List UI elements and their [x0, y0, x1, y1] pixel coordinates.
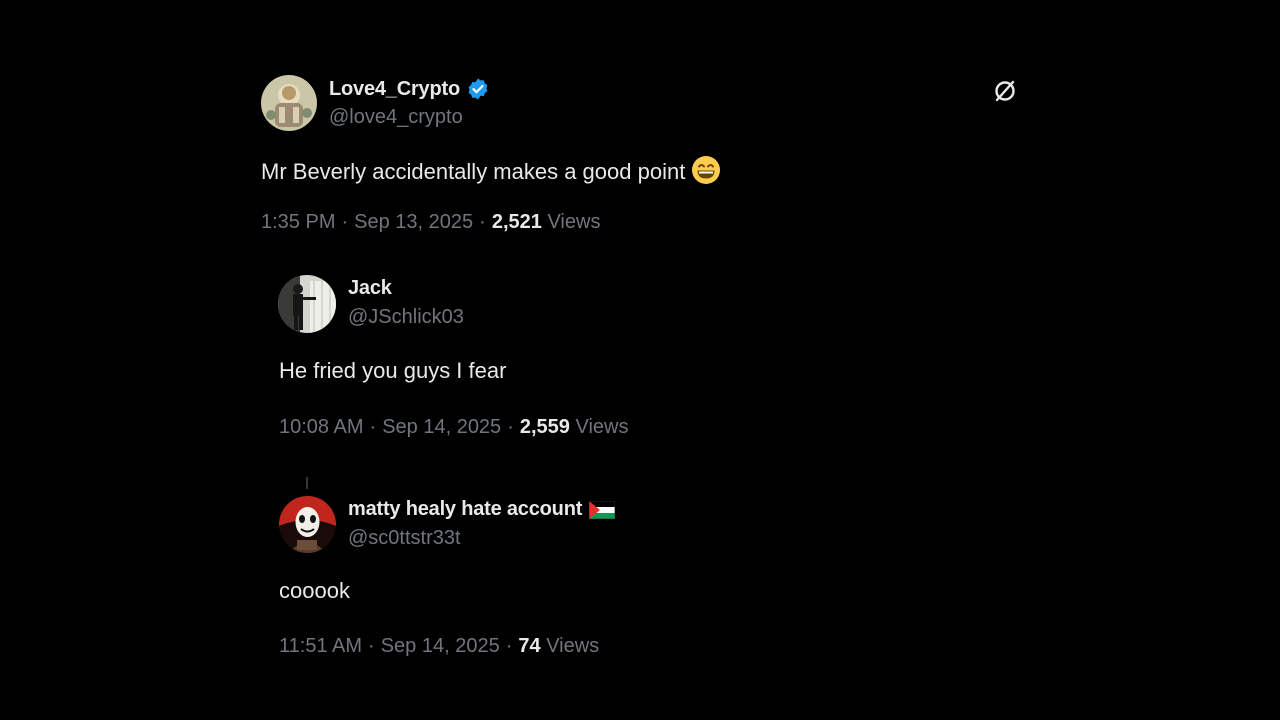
separator: ·	[507, 416, 514, 438]
handle[interactable]: @JSchlick03	[348, 306, 464, 329]
no-signal-icon[interactable]	[992, 78, 1018, 104]
timestamp-date[interactable]: Sep 14, 2025	[381, 635, 500, 657]
handle[interactable]: @sc0ttstr33t	[348, 527, 461, 550]
handle[interactable]: @love4_crypto	[329, 106, 463, 129]
separator: ·	[341, 211, 349, 233]
verified-badge-icon	[466, 77, 490, 101]
display-name[interactable]: Love4_Crypto	[329, 78, 460, 101]
timestamp-time[interactable]: 1:35 PM	[261, 211, 335, 233]
views-count: 2,521	[491, 211, 542, 233]
tweet-text-content: Mr Beverly accidentally makes a good poi…	[261, 159, 686, 184]
views-label: Views	[546, 635, 600, 657]
separator: ·	[505, 635, 513, 657]
tweet-text: Mr Beverly accidentally makes a good poi…	[261, 155, 721, 191]
timestamp-time[interactable]: 10:08 AM	[279, 416, 364, 438]
tweet-meta: 11:51 AM · Sep 14, 2025 · 74 Views	[279, 635, 599, 658]
display-name[interactable]: matty healy hate account	[348, 498, 582, 521]
views-count: 2,559	[519, 416, 570, 438]
palestine-flag-icon	[589, 500, 616, 519]
timestamp-time[interactable]: 11:51 AM	[279, 635, 362, 657]
separator: ·	[368, 635, 375, 657]
avatar[interactable]	[279, 496, 336, 553]
tweet-text: He fried you guys I fear	[279, 358, 507, 383]
timestamp-date[interactable]: Sep 13, 2025	[354, 211, 473, 233]
views-label: Views	[547, 211, 601, 233]
separator: ·	[479, 211, 486, 233]
thread-connector-line	[306, 477, 308, 489]
tweet-text: cooook	[279, 578, 350, 603]
display-name[interactable]: Jack	[348, 277, 392, 300]
tweet-meta: 1:35 PM · Sep 13, 2025 · 2,521 Views	[261, 211, 600, 234]
timestamp-date[interactable]: Sep 14, 2025	[382, 416, 501, 438]
tweet-meta: 10:08 AM · Sep 14, 2025 · 2,559 Views	[279, 416, 628, 439]
avatar[interactable]	[261, 75, 317, 131]
views-count: 74	[518, 635, 541, 657]
separator: ·	[369, 416, 377, 438]
views-label: Views	[575, 416, 629, 438]
avatar[interactable]	[278, 275, 336, 333]
grinning-face-icon	[691, 155, 721, 191]
